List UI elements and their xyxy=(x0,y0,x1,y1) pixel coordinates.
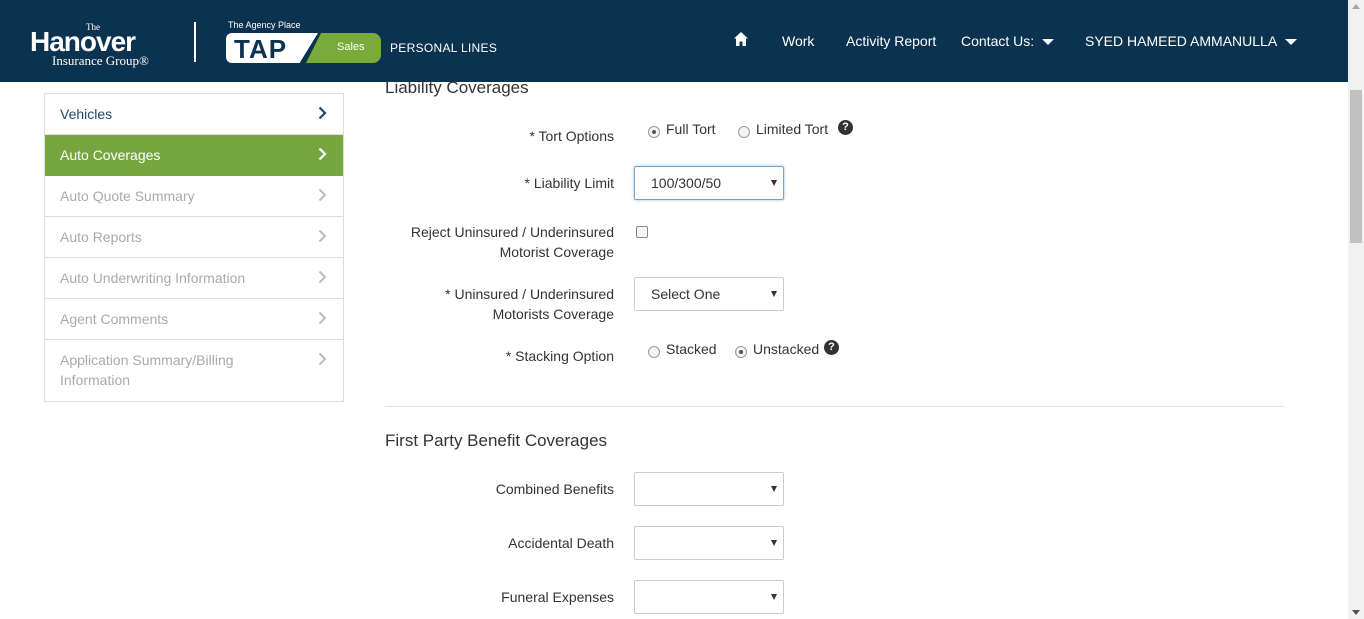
unstacked-label[interactable]: Unstacked xyxy=(753,341,819,357)
full-tort-radio[interactable] xyxy=(648,126,660,138)
funeral-expenses-select[interactable] xyxy=(634,580,784,614)
dropdown-arrow-icon xyxy=(771,486,777,492)
sidebar-item-application-summary[interactable]: Application Summary/Billing Information xyxy=(45,340,343,401)
chevron-right-icon xyxy=(318,229,327,243)
sidebar-item-label: Vehicles xyxy=(60,106,113,122)
nav-contact-us[interactable]: Contact Us: xyxy=(961,33,1055,49)
chevron-right-icon xyxy=(318,270,327,284)
um-coverage-label-line2: Motorists Coverage xyxy=(492,306,614,322)
first-party-coverages-title: First Party Benefit Coverages xyxy=(385,431,608,450)
sidebar-item-vehicles[interactable]: Vehicles xyxy=(45,94,343,135)
sidebar-item-auto-underwriting[interactable]: Auto Underwriting Information xyxy=(45,258,343,299)
chevron-right-icon xyxy=(318,311,327,325)
sidebar-item-auto-coverages[interactable]: Auto Coverages xyxy=(45,135,343,176)
dropdown-arrow-icon xyxy=(771,180,777,186)
um-coverage-value: Select One xyxy=(651,286,721,302)
scroll-down-icon[interactable] xyxy=(1352,610,1360,615)
tap-text: TAP xyxy=(234,34,288,64)
dropdown-arrow-icon xyxy=(771,540,777,546)
page-scrollbar[interactable] xyxy=(1348,0,1364,619)
limited-tort-label[interactable]: Limited Tort xyxy=(756,121,828,137)
full-tort-label[interactable]: Full Tort xyxy=(666,121,716,137)
nav-work[interactable]: Work xyxy=(782,33,814,49)
dropdown-arrow-icon xyxy=(771,291,777,297)
stacking-help-icon[interactable]: ? xyxy=(824,340,839,355)
liability-limit-select[interactable]: 100/300/50 xyxy=(634,166,784,200)
home-icon[interactable] xyxy=(733,31,749,47)
sidebar-item-label: Auto Underwriting Information xyxy=(60,270,246,286)
sidebar-item-label: Auto Reports xyxy=(60,229,142,245)
stacking-option-label: * Stacking Option xyxy=(505,348,614,364)
tort-options-label: * Tort Options xyxy=(529,128,614,144)
combined-benefits-label: Combined Benefits xyxy=(495,481,614,497)
sidebar-item-auto-reports[interactable]: Auto Reports xyxy=(45,217,343,258)
stacked-radio[interactable] xyxy=(648,346,660,358)
section-divider xyxy=(385,406,1284,407)
um-coverage-label-line1: * Uninsured / Underinsured xyxy=(445,286,614,302)
scroll-up-icon[interactable] xyxy=(1352,4,1360,9)
reject-um-label-line2: Motorist Coverage xyxy=(499,244,614,260)
chevron-right-icon xyxy=(318,106,327,120)
liability-limit-value: 100/300/50 xyxy=(651,175,722,191)
user-name: SYED HAMEED AMMANULLA xyxy=(1085,33,1278,49)
chevron-right-icon xyxy=(318,147,327,161)
caret-down-icon xyxy=(1285,39,1298,46)
sidebar-item-label: Auto Quote Summary xyxy=(60,188,195,204)
sidebar-item-label: Auto Coverages xyxy=(60,147,161,163)
funeral-expenses-label: Funeral Expenses xyxy=(501,589,614,605)
reject-um-checkbox[interactable] xyxy=(636,226,648,238)
limited-tort-radio[interactable] xyxy=(738,126,750,138)
chevron-right-icon xyxy=(318,188,327,202)
nav-user-menu[interactable]: SYED HAMEED AMMANULLA xyxy=(1085,33,1298,49)
dropdown-arrow-icon xyxy=(771,594,777,600)
accidental-death-select[interactable] xyxy=(634,526,784,560)
hanover-logo[interactable]: The Hanover Insurance Group® xyxy=(30,22,170,68)
scrollbar-thumb[interactable] xyxy=(1350,90,1362,243)
liability-limit-label: * Liability Limit xyxy=(524,175,614,191)
sidebar-item-label: Agent Comments xyxy=(60,311,169,327)
sidebar-item-auto-quote-summary[interactable]: Auto Quote Summary xyxy=(45,176,343,217)
product-line-label: PERSONAL LINES xyxy=(390,41,498,55)
logo-divider xyxy=(194,22,196,62)
nav-activity-report[interactable]: Activity Report xyxy=(846,33,936,49)
tap-logo[interactable]: TAP Sales xyxy=(226,33,381,64)
liability-coverages-title: Liability Coverages xyxy=(385,78,529,97)
unstacked-radio[interactable] xyxy=(735,346,747,358)
chevron-right-icon xyxy=(318,352,327,366)
reject-um-label-line1: Reject Uninsured / Underinsured xyxy=(410,224,614,240)
sidebar-item-agent-comments[interactable]: Agent Comments xyxy=(45,299,343,340)
tort-help-icon[interactable]: ? xyxy=(838,120,853,135)
caret-down-icon xyxy=(1042,39,1055,46)
stacked-label[interactable]: Stacked xyxy=(666,341,717,357)
sidebar-nav: Vehicles Auto Coverages Auto Quote Summa… xyxy=(44,93,344,402)
combined-benefits-select[interactable] xyxy=(634,472,784,506)
accidental-death-label: Accidental Death xyxy=(508,535,614,551)
logo-sub-text: Insurance Group® xyxy=(52,53,149,68)
tap-sales-badge: Sales xyxy=(337,41,365,53)
tap-tagline: The Agency Place xyxy=(228,20,301,30)
sidebar-item-label: Application Summary/Billing Information xyxy=(60,352,234,388)
um-coverage-select[interactable]: Select One xyxy=(634,277,784,311)
nav-contact-us-label: Contact Us: xyxy=(961,33,1035,49)
top-header: The Hanover Insurance Group® The Agency … xyxy=(0,0,1348,82)
